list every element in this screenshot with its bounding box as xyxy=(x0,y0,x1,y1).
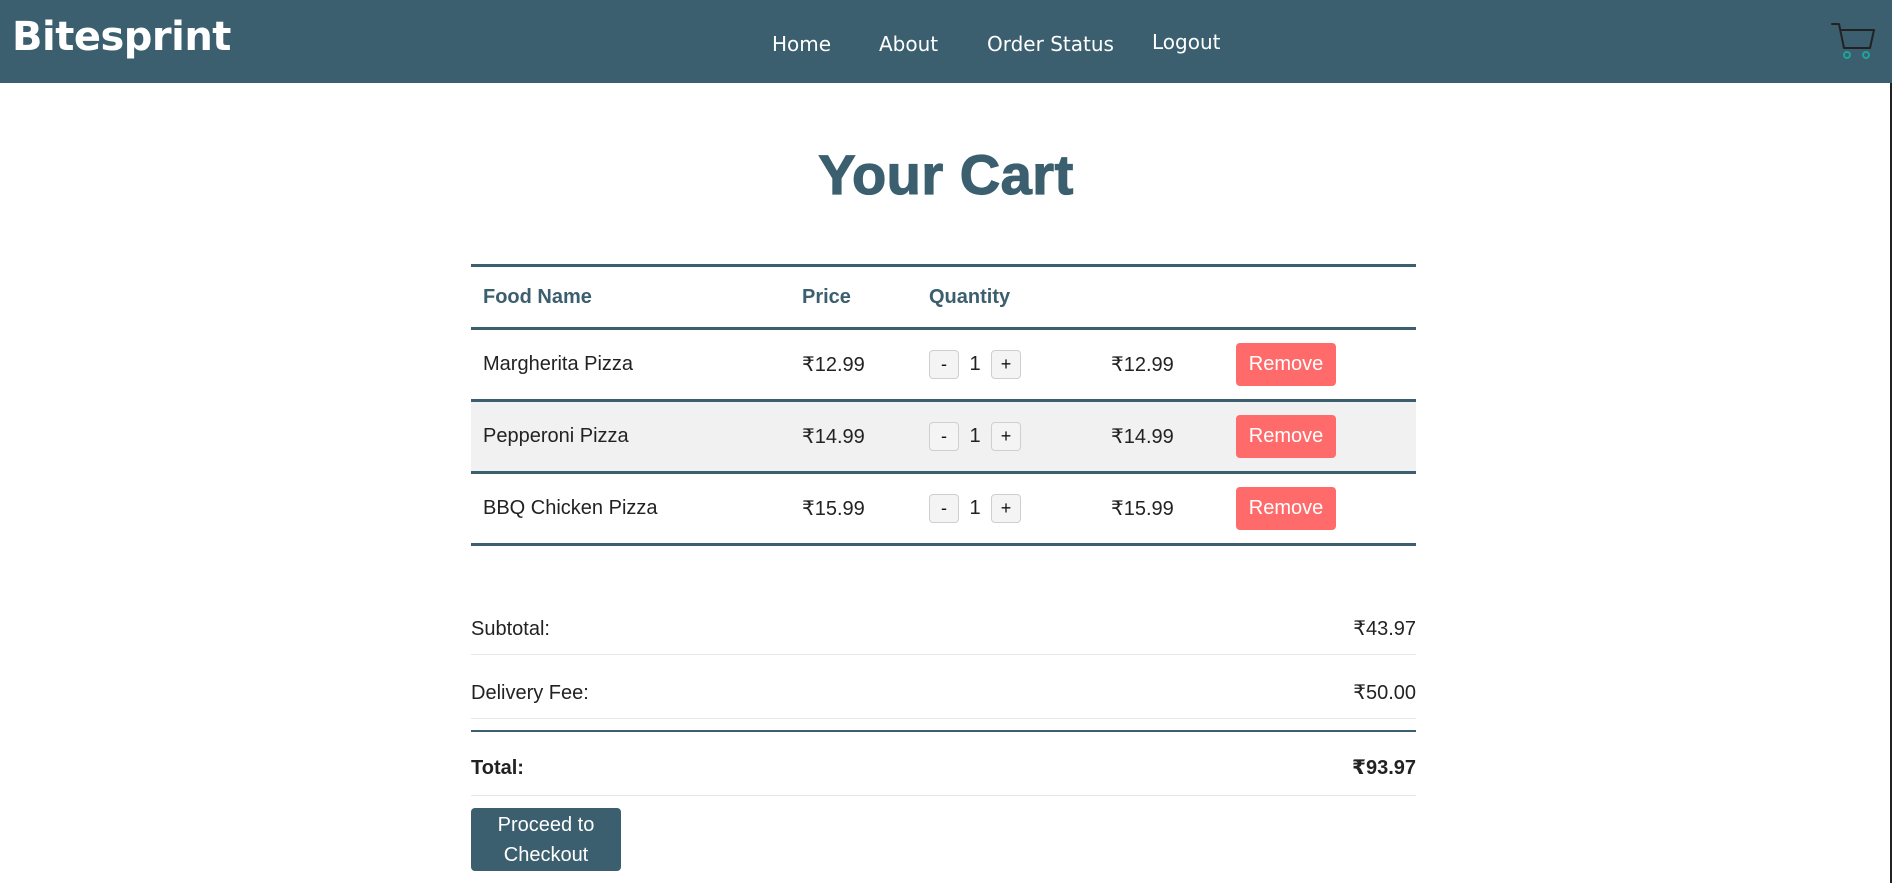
remove-button[interactable]: Remove xyxy=(1236,487,1336,530)
proceed-to-checkout-button[interactable]: Proceed to Checkout xyxy=(471,808,621,871)
nav-logout[interactable]: Logout xyxy=(1152,30,1220,54)
checkout-label-line1: Proceed to xyxy=(497,814,595,836)
increase-quantity-button[interactable]: + xyxy=(991,422,1021,451)
shopping-cart-icon[interactable] xyxy=(1830,20,1876,62)
page-title: Your Cart xyxy=(818,142,1074,206)
total-label: Total: xyxy=(471,757,524,779)
remove-cell: Remove xyxy=(1236,474,1336,543)
divider xyxy=(471,730,1416,732)
quantity-stepper: - 1 + xyxy=(929,474,1021,543)
table-row: Margherita Pizza ₹12.99 - 1 + ₹12.99 Rem… xyxy=(471,330,1416,402)
quantity-stepper: - 1 + xyxy=(929,402,1021,471)
column-header-food-name: Food Name xyxy=(483,285,592,308)
quantity-value: 1 xyxy=(969,353,981,375)
increase-quantity-button[interactable]: + xyxy=(991,350,1021,379)
subtotal-row: Subtotal: ₹43.97 xyxy=(471,599,1416,659)
column-header-quantity: Quantity xyxy=(929,285,1011,308)
delivery-fee-value: ₹50.00 xyxy=(1353,682,1416,704)
nav-about[interactable]: About xyxy=(879,32,938,56)
column-header-price: Price xyxy=(802,285,851,308)
nav-home[interactable]: Home xyxy=(772,32,831,56)
item-price: ₹12.99 xyxy=(802,354,865,376)
total-row: Total: ₹93.97 xyxy=(471,738,1416,798)
table-row: BBQ Chicken Pizza ₹15.99 - 1 + ₹15.99 Re… xyxy=(471,474,1416,546)
checkout-label-line2: Checkout xyxy=(503,844,589,866)
item-price: ₹15.99 xyxy=(802,498,865,520)
subtotal-label: Subtotal: xyxy=(471,618,550,640)
decrease-quantity-button[interactable]: - xyxy=(929,494,959,523)
quantity-value: 1 xyxy=(969,497,981,519)
subtotal-value: ₹43.97 xyxy=(1353,618,1416,640)
food-name: Pepperoni Pizza xyxy=(483,425,629,447)
nav-order-status[interactable]: Order Status xyxy=(987,32,1114,56)
divider xyxy=(471,795,1416,796)
food-name: BBQ Chicken Pizza xyxy=(483,497,658,519)
remove-cell: Remove xyxy=(1236,402,1336,471)
quantity-stepper: - 1 + xyxy=(929,330,1021,399)
divider xyxy=(471,654,1416,655)
table-row: Pepperoni Pizza ₹14.99 - 1 + ₹14.99 Remo… xyxy=(471,402,1416,474)
item-total: ₹12.99 xyxy=(1111,354,1174,376)
remove-cell: Remove xyxy=(1236,330,1336,399)
delivery-fee-row: Delivery Fee: ₹50.00 xyxy=(471,663,1416,723)
quantity-value: 1 xyxy=(969,425,981,447)
item-total: ₹15.99 xyxy=(1111,498,1174,520)
divider xyxy=(471,718,1416,719)
decrease-quantity-button[interactable]: - xyxy=(929,422,959,451)
remove-button[interactable]: Remove xyxy=(1236,343,1336,386)
remove-button[interactable]: Remove xyxy=(1236,415,1336,458)
table-header: Food Name Price Quantity xyxy=(471,267,1416,330)
nav-links: Home About Order Status Logout xyxy=(0,30,1892,58)
item-price: ₹14.99 xyxy=(802,426,865,448)
increase-quantity-button[interactable]: + xyxy=(991,494,1021,523)
food-name: Margherita Pizza xyxy=(483,353,634,375)
navbar: Bitesprint Home About Order Status Logou… xyxy=(0,0,1892,83)
total-value: ₹93.97 xyxy=(1352,757,1416,779)
item-total: ₹14.99 xyxy=(1111,426,1174,448)
decrease-quantity-button[interactable]: - xyxy=(929,350,959,379)
delivery-fee-label: Delivery Fee: xyxy=(471,682,589,704)
cart-table: Food Name Price Quantity Margherita Pizz… xyxy=(471,264,1416,546)
